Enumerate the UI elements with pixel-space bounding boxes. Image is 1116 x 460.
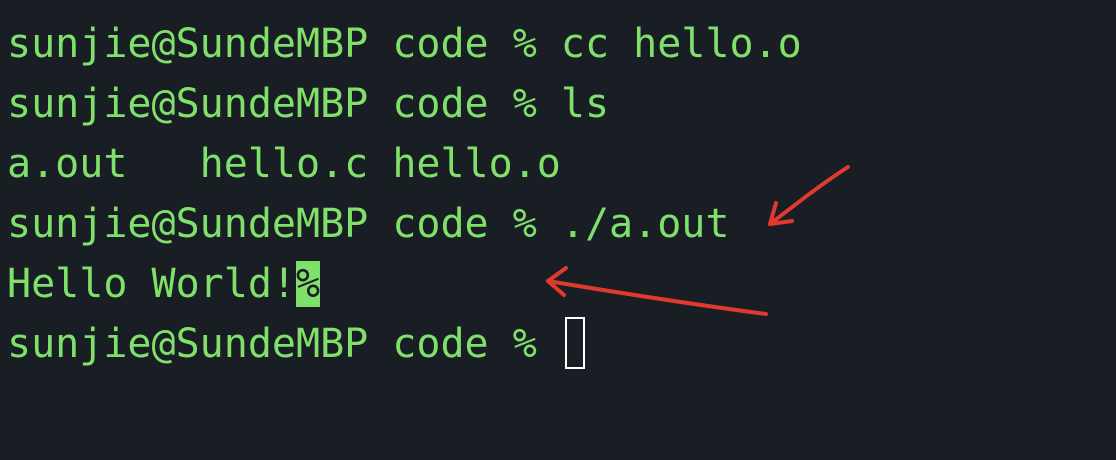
annotation-layer bbox=[546, 165, 850, 316]
arrow-annotation-1 bbox=[768, 165, 850, 226]
arrow-annotation-2 bbox=[546, 266, 768, 316]
terminal-window[interactable]: sunjie@SundeMBP code % cc hello.o sunjie… bbox=[0, 0, 1116, 460]
